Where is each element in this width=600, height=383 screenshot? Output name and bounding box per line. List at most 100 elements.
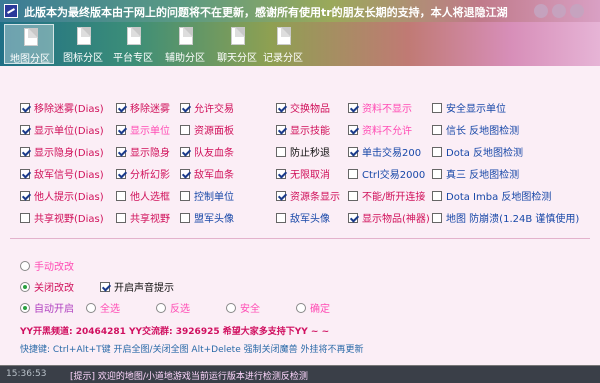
radio-button[interactable] — [296, 303, 306, 313]
option-ctrl-trade-2000[interactable]: Ctrl交易2000 — [348, 166, 425, 181]
tab-platform[interactable]: 平台专区 — [108, 24, 158, 64]
radio-button[interactable] — [226, 303, 236, 313]
option-sanguo-anti-detect[interactable]: 真三 反地图检测 — [432, 166, 519, 181]
checkbox[interactable] — [180, 147, 190, 157]
option-dota-imba-anti-detect[interactable]: Dota Imba 反地图检测 — [432, 188, 551, 203]
option-click-trade-200[interactable]: 单击交易200 — [348, 144, 421, 159]
option-show-skills[interactable]: 显示技能 — [276, 122, 330, 137]
option-share-vision[interactable]: 共享视野 — [116, 210, 170, 225]
tab-map[interactable]: 地图分区 — [4, 24, 54, 65]
checkbox[interactable] — [432, 213, 442, 223]
checkbox[interactable] — [432, 191, 442, 201]
option-info-disallow[interactable]: 资料不允许 — [348, 122, 412, 137]
maximize-button[interactable] — [552, 4, 566, 18]
tab-chat[interactable]: 聊天分区 — [212, 24, 262, 64]
checkbox[interactable] — [276, 213, 286, 223]
radio-confirm[interactable]: 确定 — [296, 300, 330, 315]
checkbox[interactable] — [348, 147, 358, 157]
close-button[interactable] — [570, 4, 584, 18]
option-others-selection[interactable]: 他人选框 — [116, 188, 170, 203]
checkbox[interactable] — [116, 125, 126, 135]
checkbox[interactable] — [276, 169, 286, 179]
checkbox[interactable] — [116, 169, 126, 179]
checkbox[interactable] — [180, 191, 190, 201]
checkbox[interactable] — [116, 103, 126, 113]
document-icon — [77, 27, 91, 45]
checkbox[interactable] — [348, 103, 358, 113]
tab-record[interactable]: 记录分区 — [258, 24, 308, 64]
option-share-vision-dias[interactable]: 共享视野(Dias) — [20, 210, 104, 225]
checkbox[interactable] — [20, 191, 30, 201]
option-allow-trade[interactable]: 允许交易 — [180, 100, 234, 115]
option-control-units[interactable]: 控制单位 — [180, 188, 234, 203]
option-remove-fog[interactable]: 移除迷雾 — [116, 100, 170, 115]
checkbox[interactable] — [432, 147, 442, 157]
checkbox[interactable] — [348, 169, 358, 179]
minimize-button[interactable] — [534, 4, 548, 18]
option-sound-alert[interactable]: 开启声音提示 — [100, 279, 174, 294]
tab-assist[interactable]: 辅助分区 — [160, 24, 210, 64]
checkbox[interactable] — [432, 103, 442, 113]
option-swap-items[interactable]: 交换物品 — [276, 100, 330, 115]
option-nobunaga-anti-detect[interactable]: 信长 反地图检测 — [432, 122, 519, 137]
radio-button[interactable] — [156, 303, 166, 313]
option-show-units[interactable]: 显示单位 — [116, 122, 170, 137]
radio-manual-mode[interactable]: 手动改改 — [20, 258, 74, 273]
radio-button[interactable] — [20, 303, 30, 313]
tab-icons[interactable]: 图标分区 — [58, 24, 108, 64]
checkbox[interactable] — [20, 103, 30, 113]
checkbox[interactable] — [20, 147, 30, 157]
checkbox[interactable] — [276, 125, 286, 135]
checkbox[interactable] — [180, 213, 190, 223]
option-disconnect[interactable]: 不能/断开连接 — [348, 188, 425, 203]
checkbox[interactable] — [432, 125, 442, 135]
checkbox[interactable] — [116, 213, 126, 223]
hotkey-info: 快捷键: Ctrl+Alt+T键 开启全图/关闭全图 Alt+Delete 强制… — [20, 345, 364, 355]
option-show-invisible[interactable]: 显示隐身 — [116, 144, 170, 159]
checkbox[interactable] — [180, 169, 190, 179]
radio-invert-select[interactable]: 反选 — [156, 300, 190, 315]
option-enemy-avatar[interactable]: 敌军头像 — [276, 210, 330, 225]
checkbox[interactable] — [432, 169, 442, 179]
checkbox[interactable] — [348, 191, 358, 201]
option-resource-bar[interactable]: 资源条显示 — [276, 188, 340, 203]
option-analyze-illusion[interactable]: 分析幻影 — [116, 166, 170, 181]
option-dota-anti-detect[interactable]: Dota 反地图检测 — [432, 144, 523, 159]
option-show-invisible-dias[interactable]: 显示隐身(Dias) — [20, 144, 104, 159]
checkbox[interactable] — [348, 213, 358, 223]
checkbox[interactable] — [100, 282, 110, 292]
radio-close-mode[interactable]: 关闭改改 — [20, 279, 74, 294]
radio-button[interactable] — [86, 303, 96, 313]
checkbox[interactable] — [276, 191, 286, 201]
option-ally-avatar[interactable]: 盟军头像 — [180, 210, 234, 225]
option-remove-fog-dias[interactable]: 移除迷雾(Dias) — [20, 100, 104, 115]
checkbox[interactable] — [20, 125, 30, 135]
option-show-units-dias[interactable]: 显示单位(Dias) — [20, 122, 104, 137]
radio-button[interactable] — [20, 282, 30, 292]
option-unlimited-cancel[interactable]: 无限取消 — [276, 166, 330, 181]
option-hide-info[interactable]: 资料不显示 — [348, 100, 412, 115]
checkbox[interactable] — [276, 147, 286, 157]
checkbox[interactable] — [348, 125, 358, 135]
radio-safe[interactable]: 安全 — [226, 300, 260, 315]
option-show-items-artifact[interactable]: 显示物品(神器) — [348, 210, 430, 225]
checkbox[interactable] — [20, 213, 30, 223]
option-enemy-health[interactable]: 敌军血条 — [180, 166, 234, 181]
option-prevent-quit[interactable]: 防止秒退 — [276, 144, 330, 159]
checkbox[interactable] — [116, 191, 126, 201]
radio-auto-start[interactable]: 自动开启 — [20, 300, 74, 315]
option-enemy-signal-dias[interactable]: 敌军信号(Dias) — [20, 166, 104, 181]
checkbox[interactable] — [116, 147, 126, 157]
option-resource-panel[interactable]: 资源面板 — [180, 122, 234, 137]
radio-select-all[interactable]: 全选 — [86, 300, 120, 315]
checkbox[interactable] — [276, 103, 286, 113]
option-map-anti-crash[interactable]: 地图 防崩溃(1.24B 谨慎使用) — [432, 210, 579, 225]
checkbox[interactable] — [20, 169, 30, 179]
radio-button[interactable] — [20, 261, 30, 271]
checkbox[interactable] — [180, 103, 190, 113]
title-bar: 此版本为最终版本由于网上的问题将不在更新，感谢所有使用tr的朋友长期的支持，本人… — [0, 0, 600, 22]
checkbox[interactable] — [180, 125, 190, 135]
option-ally-health[interactable]: 队友血条 — [180, 144, 234, 159]
option-others-hint-dias[interactable]: 他人提示(Dias) — [20, 188, 104, 203]
option-safe-show-units[interactable]: 安全显示单位 — [432, 100, 506, 115]
